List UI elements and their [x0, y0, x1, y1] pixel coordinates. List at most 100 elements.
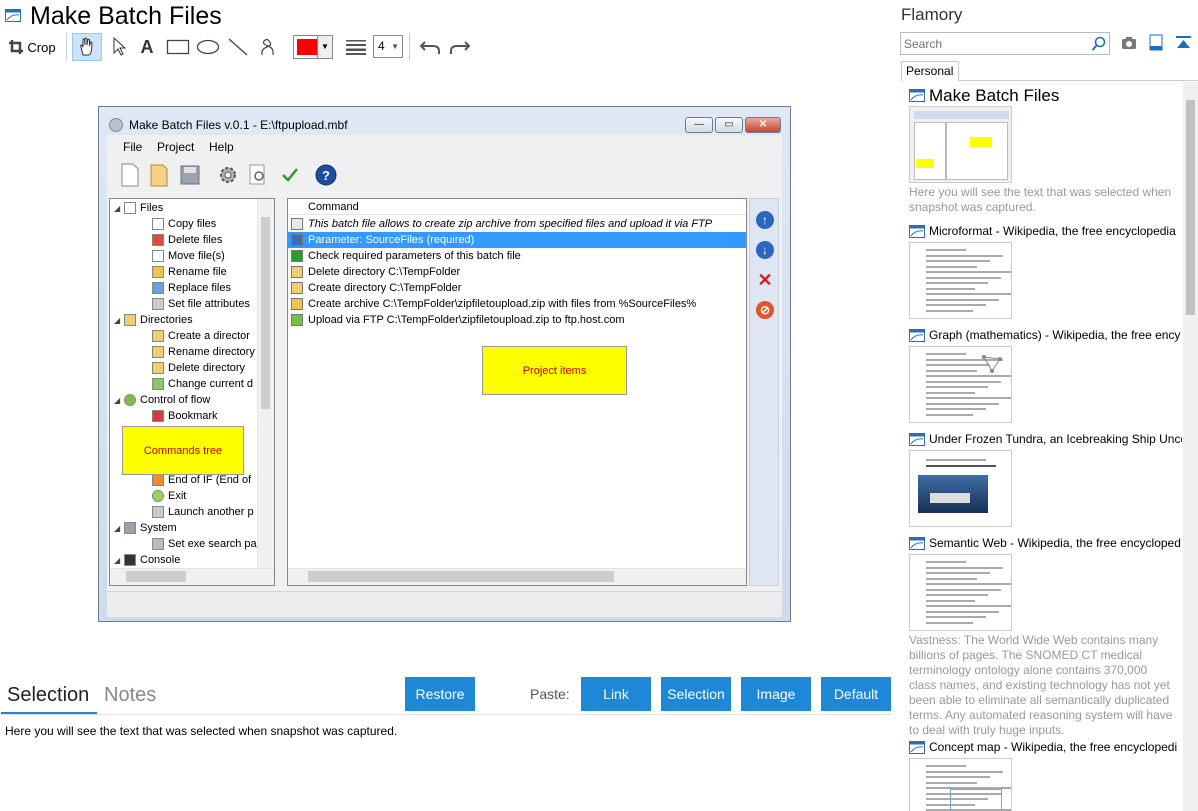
command-row: Parameter: SourceFiles (required) — [288, 232, 746, 248]
text-tool-button[interactable]: A — [134, 33, 160, 61]
check-icon — [291, 250, 303, 262]
command-text: Upload via FTP C:\TempFolder\zipfiletoup… — [308, 314, 625, 326]
svg-text:?: ? — [322, 168, 330, 183]
snapshot-list: Make Batch Files Here you will see the te… — [901, 82, 1182, 811]
horizontal-scrollbar — [110, 568, 274, 585]
help-icon: ? — [315, 164, 337, 186]
crop-label: Crop — [27, 39, 56, 55]
snapshot-thumbnail[interactable] — [909, 758, 1012, 811]
command-row: Upload via FTP C:\TempFolder\zipfiletoup… — [288, 312, 746, 328]
snapshot-entry-title[interactable]: Microformat - Wikipedia, the free encycl… — [929, 224, 1176, 238]
window-icon — [909, 329, 925, 342]
paste-default-button[interactable]: Default — [821, 677, 891, 711]
paste-image-button[interactable]: Image — [741, 677, 811, 711]
tree-item-label: Exit — [168, 490, 187, 502]
rectangle-icon — [166, 39, 190, 55]
line-width-select[interactable]: 4 ▼ — [373, 35, 403, 58]
snapshot-entry-title[interactable]: Make Batch Files — [929, 86, 1059, 106]
redo-button[interactable] — [446, 33, 474, 61]
command-row: Delete directory C:\TempFolder — [288, 264, 746, 280]
snapshot-window-title: Make Batch Files v.0.1 - E:\ftpupload.mb… — [129, 118, 348, 132]
expand-icon: ◢ — [114, 524, 121, 533]
window-icon — [909, 741, 925, 754]
command-row: This batch file allows to create zip arc… — [288, 216, 746, 232]
command-text: Delete directory C:\TempFolder — [308, 266, 461, 278]
divider — [959, 80, 1198, 81]
snapshot-entry-title[interactable]: Graph (mathematics) - Wikipedia, the fre… — [929, 328, 1180, 342]
commands-tree-note: Commands tree — [122, 426, 244, 475]
search-icon[interactable] — [1091, 36, 1107, 52]
line-style-button[interactable] — [343, 33, 369, 61]
collapse-icon[interactable] — [1175, 35, 1192, 50]
paste-selection-button[interactable]: Selection — [661, 677, 731, 711]
command-row: Create directory C:\TempFolder — [288, 280, 746, 296]
tree-item-label: Delete files — [168, 234, 223, 246]
color-picker[interactable]: ▼ — [293, 35, 333, 59]
command-column-header: Command — [288, 199, 746, 215]
pointer-tool-button[interactable] — [106, 33, 132, 61]
expand-icon: ◢ — [114, 204, 121, 213]
ellipse-tool-button[interactable] — [194, 33, 222, 61]
undo-icon — [419, 41, 440, 54]
snapshot-thumbnail[interactable] — [909, 106, 1012, 183]
folder-icon — [124, 314, 136, 327]
document-icon[interactable] — [1149, 34, 1163, 51]
paste-link-button[interactable]: Link — [581, 677, 651, 711]
copy-icon — [152, 218, 164, 231]
crop-icon — [9, 40, 24, 54]
rectangle-tool-button[interactable] — [164, 33, 192, 61]
tree-item-label: Rename file — [168, 266, 227, 278]
end-if-icon — [152, 474, 164, 487]
tree-item-label: Set exe search pa — [168, 538, 257, 550]
hand-tool-button[interactable] — [72, 33, 102, 61]
line-tool-button[interactable] — [224, 33, 252, 61]
scrollbar-thumb[interactable] — [1186, 100, 1195, 315]
crop-button[interactable]: Crop — [6, 33, 58, 61]
tree-group: ◢ Directories — [114, 312, 193, 328]
rename-icon — [152, 266, 164, 279]
pointer-icon — [113, 37, 126, 56]
freehand-tool-button[interactable] — [254, 33, 282, 61]
snapshot-entry-title[interactable]: Semantic Web - Wikipedia, the free encyc… — [929, 536, 1181, 550]
snapshot-thumbnail[interactable] — [909, 450, 1012, 527]
snapshot-thumbnail[interactable] — [909, 554, 1012, 631]
restore-button[interactable]: Restore — [405, 677, 475, 711]
rename-folder-icon — [152, 346, 164, 359]
console-icon — [124, 554, 136, 567]
window-icon — [909, 89, 925, 102]
bookmark-icon — [152, 410, 164, 423]
selection-text: Here you will see the text that was sele… — [5, 724, 398, 738]
replace-icon — [152, 282, 164, 295]
check-icon — [282, 168, 298, 182]
command-text: Check required parameters of this batch … — [308, 250, 521, 262]
snapshot-thumbnail[interactable] — [909, 242, 1012, 319]
snapshot-entry-title[interactable]: Concept map - Wikipedia, the free encycl… — [929, 740, 1177, 754]
tab-notes[interactable]: Notes — [104, 684, 156, 707]
snapshot-thumbnail[interactable] — [909, 346, 1012, 423]
search-path-icon — [152, 538, 164, 551]
tree-item-label: End of IF (End of — [168, 474, 252, 486]
tab-personal[interactable]: Personal — [901, 61, 959, 81]
delete-icon: ✕ — [757, 270, 773, 290]
tree-item-label: Create a director — [168, 330, 250, 342]
search-input[interactable] — [900, 32, 1110, 55]
tab-selection[interactable]: Selection — [7, 684, 89, 707]
color-swatch — [297, 39, 317, 55]
attributes-icon — [152, 298, 164, 311]
window-icon — [909, 433, 925, 446]
snapshot-entry-text: Here you will see the text that was sele… — [909, 185, 1172, 214]
line-icon — [228, 38, 248, 56]
tree-item: Set exe search pa — [152, 536, 257, 552]
undo-button[interactable] — [416, 33, 444, 61]
page-title: Make Batch Files — [30, 2, 222, 30]
delete-folder-icon — [152, 362, 164, 375]
tree-group: ◢ Control of flow — [114, 392, 210, 408]
upload-icon — [291, 314, 303, 326]
command-text: Create directory C:\TempFolder — [308, 282, 462, 294]
snapshot-entry-title[interactable]: Under Frozen Tundra, an Icebreaking Ship… — [929, 432, 1182, 446]
tree-item-label: System — [140, 522, 177, 534]
tree-item: Bookmark — [152, 408, 218, 424]
camera-icon[interactable] — [1121, 36, 1137, 50]
tree-item: Change current d — [152, 376, 253, 392]
tree-group: ◢ Console — [114, 552, 180, 568]
